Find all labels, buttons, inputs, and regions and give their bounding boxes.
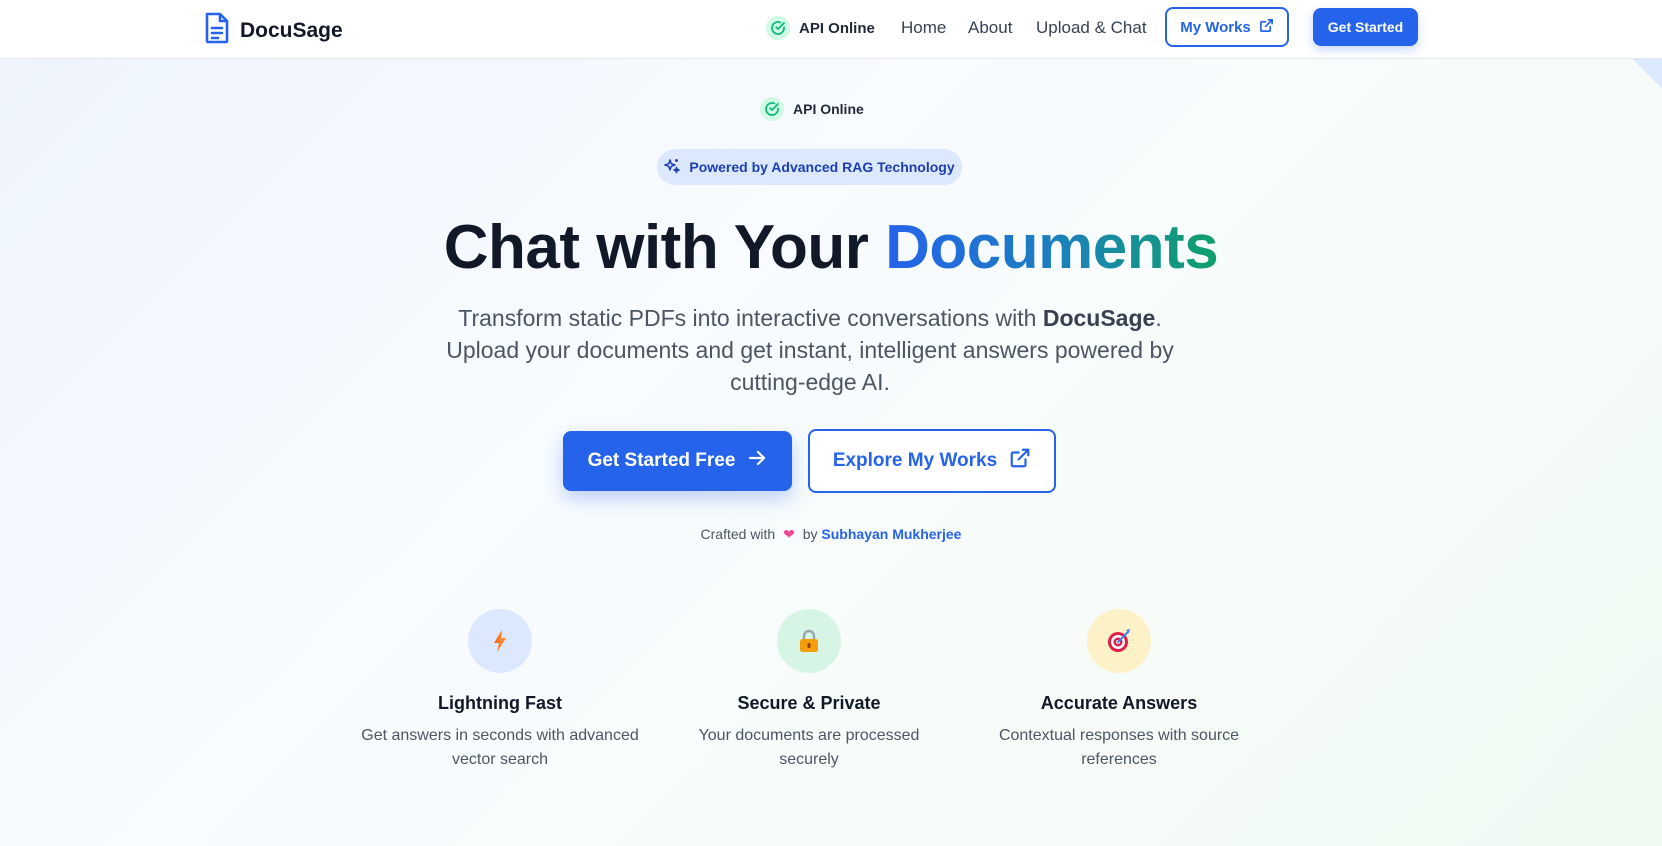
lightning-icon	[468, 609, 532, 673]
my-works-button[interactable]: My Works	[1165, 7, 1289, 47]
feature-title: Secure & Private	[737, 693, 881, 713]
feature-description: Your documents are processed securely	[698, 727, 920, 768]
logo-text: DocuSage	[240, 18, 343, 42]
feature-description: Contextual responses with source referen…	[998, 727, 1240, 768]
hero-title-highlight: Documents	[885, 213, 1219, 282]
feature-card: Lightning Fast Get answers in seconds wi…	[350, 609, 650, 772]
arrow-right-icon	[747, 448, 767, 474]
heart-icon: ❤	[783, 526, 795, 542]
tech-badge-label: Powered by Advanced RAG Technology	[689, 159, 955, 175]
nav-home[interactable]: Home	[901, 18, 946, 38]
explore-my-works-button[interactable]: Explore My Works	[808, 429, 1056, 493]
get-started-button[interactable]: Get Started	[1313, 8, 1418, 46]
feature-description: Get answers in seconds with advanced vec…	[361, 727, 639, 768]
external-link-icon	[1259, 18, 1274, 37]
corner-decoration	[1632, 59, 1662, 89]
get-started-free-button[interactable]: Get Started Free	[563, 431, 792, 491]
target-icon	[1087, 609, 1151, 673]
api-status-indicator: API Online	[766, 16, 875, 40]
subtitle-text: Transform static PDFs into interactive c…	[458, 305, 1043, 331]
logo[interactable]: DocuSage	[204, 12, 343, 49]
feature-card: Secure & Private Your documents are proc…	[659, 609, 959, 772]
feature-title: Accurate Answers	[1040, 693, 1198, 713]
crafted-by-text: by	[802, 526, 818, 542]
check-circle-icon	[760, 97, 784, 121]
tech-badge: Powered by Advanced RAG Technology	[657, 149, 962, 185]
lock-icon	[777, 609, 841, 673]
document-icon	[204, 12, 230, 49]
feature-card: Accurate Answers Contextual responses wi…	[969, 609, 1269, 772]
external-link-icon	[1009, 447, 1031, 475]
my-works-label: My Works	[1180, 18, 1251, 36]
hero-title: Chat with Your Documents	[0, 212, 1662, 283]
top-navbar: DocuSage API Online Home About Upload & …	[0, 0, 1662, 59]
get-started-free-label: Get Started Free	[587, 450, 736, 471]
nav-about[interactable]: About	[968, 18, 1012, 38]
check-circle-icon	[766, 16, 790, 40]
crafted-text: Crafted with	[700, 526, 776, 542]
sparkles-icon	[664, 158, 681, 177]
subtitle-brand: DocuSage	[1042, 305, 1156, 331]
explore-my-works-label: Explore My Works	[832, 450, 998, 471]
author-link[interactable]: Subhayan Mukherjee	[821, 526, 961, 542]
hero-api-status-label: API Online	[793, 101, 864, 117]
crafted-by-line: Crafted with ❤ by Subhayan Mukherjee	[0, 526, 1662, 543]
hero-subtitle: Transform static PDFs into interactive c…	[420, 302, 1200, 398]
nav-upload-chat[interactable]: Upload & Chat	[1036, 18, 1147, 38]
feature-title: Lightning Fast	[438, 693, 562, 713]
api-status-label: API Online	[799, 19, 875, 37]
hero-title-text: Chat with Your	[443, 213, 886, 282]
hero-api-status: API Online	[760, 97, 864, 121]
